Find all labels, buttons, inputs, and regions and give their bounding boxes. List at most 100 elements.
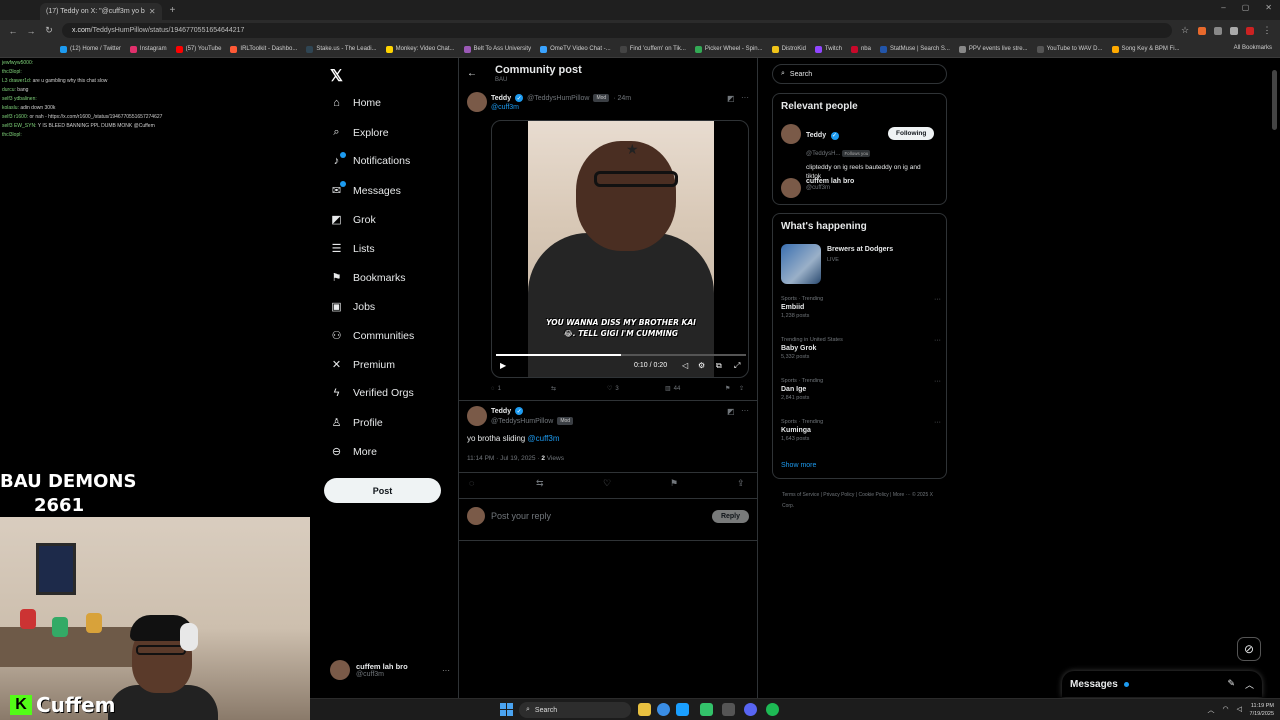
extension-icon[interactable] [1214, 26, 1222, 35]
more-horizontal-icon[interactable]: ··· [934, 296, 941, 303]
all-bookmarks[interactable]: All Bookmarks [1227, 45, 1272, 51]
volume-icon[interactable]: ◁ [682, 361, 688, 370]
grok-icon[interactable]: ◩ [727, 407, 735, 416]
nav-premium[interactable]: ✕ Premium [330, 358, 395, 372]
avatar[interactable] [467, 92, 487, 112]
reply-action[interactable]: ◌ 1 [491, 385, 551, 392]
bookmark-item[interactable]: YouTube to WAV D... [1036, 45, 1103, 53]
event-title[interactable]: Brewers at Dodgers [827, 246, 893, 253]
show-more-link[interactable]: Show more [781, 462, 816, 469]
extension-icon[interactable] [1230, 26, 1238, 35]
repost-icon[interactable]: ⇆ [536, 478, 544, 489]
settings-icon[interactable]: ⚙ [698, 361, 705, 370]
spotify-icon[interactable] [766, 703, 779, 716]
community-name[interactable]: BAU [495, 77, 507, 83]
author-handle[interactable]: @TeddysHumPillow [491, 418, 553, 425]
bookmark-item[interactable]: OmeTV Video Chat -... [540, 45, 611, 53]
heart-icon[interactable]: ♡ [603, 478, 611, 489]
page-scrollbar[interactable] [1272, 60, 1278, 700]
app-icon[interactable] [722, 703, 735, 716]
play-icon[interactable]: ▶ [500, 361, 506, 370]
nav-messages[interactable]: ✉ Messages [330, 181, 401, 197]
reply-icon[interactable]: ◌ [469, 478, 474, 488]
steam-icon[interactable] [676, 703, 689, 716]
bookmark-icon[interactable]: ⚑ [670, 478, 678, 489]
chrome-icon[interactable] [657, 703, 670, 716]
app-icon[interactable] [700, 703, 713, 716]
reply-timestamp[interactable]: 11:14 PM · Jul 19, 2025 · [467, 455, 541, 462]
taskbar-search[interactable]: ⌕ Search [519, 702, 631, 718]
nav-notifications[interactable]: ♪ Notifications [330, 152, 410, 167]
pip-icon[interactable]: ⧉ [716, 361, 722, 371]
post-time[interactable]: · 24m [613, 95, 631, 102]
bookmark-item[interactable]: Monkey: Video Chat... [385, 45, 455, 53]
relevant-person[interactable]: cuffem lah bro @cuff3m [781, 178, 854, 198]
grok-floating-button[interactable]: ⊘ [1237, 637, 1261, 661]
nav-profile[interactable]: ♙ Profile [330, 416, 383, 430]
following-button[interactable]: Following [888, 127, 935, 140]
nav-more[interactable]: ⊖ More [330, 445, 377, 459]
windows-start-icon[interactable] [500, 703, 514, 717]
bookmark-item[interactable]: nba [850, 45, 871, 53]
trend-item[interactable]: Sports · Trending Kuminga 1,643 posts ··… [781, 419, 941, 442]
search-input[interactable]: ⌕ Search [772, 64, 947, 84]
grok-icon[interactable]: ◩ [727, 94, 735, 103]
more-horizontal-icon[interactable]: ··· [741, 406, 749, 415]
nav-communities[interactable]: ⚇ Communities [330, 329, 415, 343]
discord-icon[interactable] [744, 703, 757, 716]
bookmark-item[interactable]: DistroKid [771, 45, 806, 53]
bookmark-item[interactable]: Picker Wheel - Spin... [694, 45, 763, 53]
post-button[interactable]: Post [324, 478, 441, 503]
reply-input[interactable]: Post your reply [491, 511, 551, 521]
nav-verified-orgs[interactable]: ϟ Verified Orgs [330, 387, 414, 399]
avatar[interactable] [467, 406, 487, 426]
video-player[interactable]: ★ YOU WANNA DISS MY BROTHER KAI 😂. TELL … [491, 120, 749, 378]
more-horizontal-icon[interactable]: ··· [934, 378, 941, 385]
wifi-icon[interactable]: ◠ [1223, 705, 1229, 715]
close-window-icon[interactable]: ✕ [1265, 3, 1272, 12]
like-action[interactable]: ♡ 3 [607, 385, 665, 393]
reply-button[interactable]: Reply [711, 509, 749, 523]
extension-icon[interactable] [1198, 26, 1206, 35]
account-switcher[interactable]: cuffem lah bro @cuff3m ··· [330, 660, 450, 680]
author-handle[interactable]: @TeddysHumPillow [527, 95, 589, 102]
scrollbar-thumb[interactable] [1272, 70, 1277, 130]
bookmark-item[interactable]: Find 'cuffem' on Tik... [619, 45, 686, 53]
messages-dock[interactable]: Messages ✎ ︿ [1062, 671, 1262, 697]
maximize-icon[interactable]: ▢ [1242, 3, 1250, 12]
profile-icon[interactable] [1246, 26, 1254, 35]
more-horizontal-icon[interactable]: ··· [934, 337, 941, 344]
share-icon[interactable]: ⇪ [737, 478, 745, 489]
bookmark-item[interactable]: Stake.us - The Leadi... [306, 45, 377, 53]
compose-message-icon[interactable]: ✎ [1227, 678, 1235, 691]
fullscreen-icon[interactable]: ⤢ [734, 361, 740, 371]
nav-explore[interactable]: ⌕ Explore [330, 126, 388, 139]
event-thumbnail[interactable] [781, 244, 821, 284]
bookmark-item[interactable]: PPV events live stre... [958, 45, 1028, 53]
x-logo-icon[interactable]: 𝕏 [330, 66, 343, 86]
menu-kebab-icon[interactable]: ⋮ [1262, 25, 1272, 36]
chevron-up-icon[interactable]: ︿ [1245, 678, 1254, 691]
trend-item[interactable]: Sports · Trending Embiid 1,238 posts ··· [781, 296, 941, 319]
video-progress-bar[interactable] [496, 354, 746, 356]
nav-grok[interactable]: ◩ Grok [330, 213, 375, 227]
nav-lists[interactable]: ☰ Lists [330, 242, 375, 256]
author-name[interactable]: Teddy [491, 95, 511, 102]
trend-item[interactable]: Sports · Trending Dan Ige 2,841 posts ··… [781, 378, 941, 401]
bookmark-item[interactable]: Twitch [814, 45, 842, 53]
mention-link[interactable]: @cuff3m [528, 434, 560, 443]
bookmark-item[interactable]: StatMuse | Search S... [879, 45, 950, 53]
nav-bookmarks[interactable]: ⚑ Bookmarks [330, 271, 406, 285]
share-action[interactable]: ⇪ [739, 385, 744, 392]
star-icon[interactable]: ☆ [1180, 25, 1190, 36]
repost-action[interactable]: ⇆ [551, 385, 607, 392]
bookmark-item[interactable]: Belt To Ass University [463, 45, 531, 53]
back-arrow-icon[interactable]: ← [467, 68, 477, 79]
taskbar-clock[interactable]: 11:19 PM 7/19/2025 [1250, 702, 1274, 718]
volume-icon[interactable]: ◁ [1237, 705, 1242, 715]
file-explorer-icon[interactable] [638, 703, 651, 716]
nav-home[interactable]: ⌂ Home [330, 97, 381, 109]
bookmark-item[interactable]: Song Key & BPM Fi... [1111, 45, 1180, 53]
views-action[interactable]: ▥ 44 [665, 385, 725, 393]
nav-jobs[interactable]: ▣ Jobs [330, 300, 375, 314]
